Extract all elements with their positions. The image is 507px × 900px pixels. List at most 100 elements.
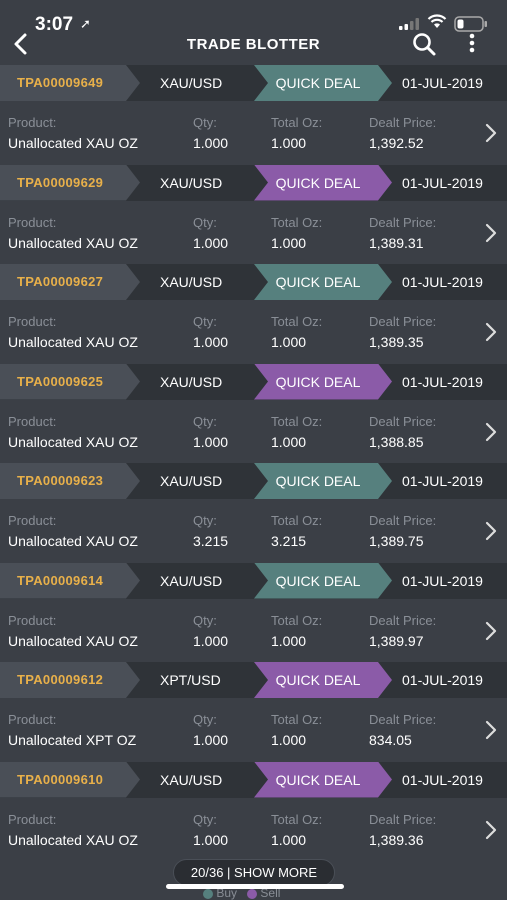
trade-header: TPA00009627 XAU/USD QUICK DEAL 01-JUL-20… — [0, 264, 507, 300]
qty-value: 1.000 — [193, 234, 229, 251]
qty-value: 1.000 — [193, 433, 229, 450]
product-label: Product: — [8, 314, 57, 329]
product-value: Unallocated XAU OZ — [8, 334, 138, 350]
trade-reference: TPA00009610 — [17, 771, 104, 787]
trade-reference: TPA00009627 — [17, 274, 104, 289]
buy-dot-icon — [203, 888, 213, 899]
dealt-price-value: 1,389.75 — [369, 533, 424, 549]
qty-label: Qty: — [193, 214, 217, 230]
trade-date: 01-JUL-2019 — [402, 572, 483, 589]
deal-type: QUICK DEAL — [275, 75, 361, 91]
currency-pair: XAU/USD — [160, 75, 223, 91]
chevron-right-icon[interactable] — [484, 520, 498, 542]
trade-date: 01-JUL-2019 — [402, 672, 483, 688]
deal-type: QUICK DEAL — [275, 572, 361, 589]
currency-pair: XAU/USD — [160, 473, 223, 489]
deal-type: QUICK DEAL — [275, 373, 361, 390]
total-oz-label: Total Oz: — [271, 115, 323, 130]
more-vertical-icon[interactable] — [462, 30, 482, 58]
total-oz-label: Total Oz: — [271, 214, 323, 230]
currency-pair: XAU/USD — [160, 174, 223, 191]
chevron-right-icon[interactable] — [484, 819, 498, 841]
trade-row[interactable]: TPA00009623 XAU/USD QUICK DEAL 01-JUL-20… — [0, 463, 507, 563]
dealt-price-label: Dealt Price: — [369, 612, 437, 628]
product-value: Unallocated XPT OZ — [8, 732, 137, 748]
home-indicator — [166, 884, 344, 889]
currency-pair: XAU/USD — [160, 274, 223, 290]
qty-label: Qty: — [193, 811, 217, 827]
trade-reference: TPA00009649 — [17, 75, 104, 90]
total-oz-value: 1.000 — [271, 135, 307, 151]
product-label: Product: — [8, 612, 57, 628]
trade-row[interactable]: TPA00009627 XAU/USD QUICK DEAL 01-JUL-20… — [0, 264, 507, 364]
deal-type: QUICK DEAL — [275, 174, 361, 191]
dealt-price-label: Dealt Price: — [369, 513, 437, 528]
deal-type: QUICK DEAL — [275, 274, 361, 290]
trade-header: TPA00009629 XAU/USD QUICK DEAL 01-JUL-20… — [0, 164, 507, 201]
qty-label: Qty: — [193, 115, 217, 130]
total-oz-label: Total Oz: — [271, 314, 323, 329]
chevron-right-icon[interactable] — [484, 620, 498, 642]
dealt-price-label: Dealt Price: — [369, 413, 437, 429]
total-oz-value: 3.215 — [271, 533, 307, 549]
qty-value: 1.000 — [193, 732, 229, 748]
trade-header: TPA00009649 XAU/USD QUICK DEAL 01-JUL-20… — [0, 65, 507, 101]
qty-label: Qty: — [193, 513, 217, 528]
trade-row[interactable]: TPA00009614 XAU/USD QUICK DEAL 01-JUL-20… — [0, 562, 507, 663]
total-oz-label: Total Oz: — [271, 413, 323, 429]
trade-date: 01-JUL-2019 — [402, 174, 483, 191]
trade-details: Product: Unallocated XAU OZ Qty: 1.000 T… — [0, 300, 507, 363]
dealt-price-value: 1,389.36 — [369, 831, 424, 848]
chevron-right-icon[interactable] — [484, 222, 498, 244]
trade-row[interactable]: TPA00009610 XAU/USD QUICK DEAL 01-JUL-20… — [0, 761, 507, 862]
qty-value: 1.000 — [193, 334, 229, 350]
dealt-price-value: 1,389.97 — [369, 632, 424, 649]
trade-row[interactable]: TPA00009629 XAU/USD QUICK DEAL 01-JUL-20… — [0, 164, 507, 265]
qty-label: Qty: — [193, 413, 217, 429]
total-oz-label: Total Oz: — [271, 612, 323, 628]
trade-header: TPA00009612 XPT/USD QUICK DEAL 01-JUL-20… — [0, 662, 507, 698]
search-icon[interactable] — [410, 30, 438, 58]
trade-details: Product: Unallocated XAU OZ Qty: 1.000 T… — [0, 101, 507, 164]
chevron-right-icon[interactable] — [484, 421, 498, 443]
nav-bar: TRADE BLOTTER — [0, 28, 507, 64]
trade-list: TPA00009649 XAU/USD QUICK DEAL 01-JUL-20… — [0, 65, 507, 861]
trade-date: 01-JUL-2019 — [402, 771, 483, 788]
product-value: Unallocated XAU OZ — [8, 533, 138, 549]
trade-row[interactable]: TPA00009649 XAU/USD QUICK DEAL 01-JUL-20… — [0, 65, 507, 165]
trade-row[interactable]: TPA00009612 XPT/USD QUICK DEAL 01-JUL-20… — [0, 662, 507, 762]
qty-label: Qty: — [193, 314, 217, 329]
product-value: Unallocated XAU OZ — [8, 831, 138, 848]
total-oz-value: 1.000 — [271, 632, 307, 649]
chevron-right-icon[interactable] — [484, 321, 498, 343]
trade-row[interactable]: TPA00009625 XAU/USD QUICK DEAL 01-JUL-20… — [0, 363, 507, 464]
total-oz-value: 1.000 — [271, 732, 307, 748]
total-oz-value: 1.000 — [271, 334, 307, 350]
product-value: Unallocated XAU OZ — [8, 433, 138, 450]
qty-value: 1.000 — [193, 831, 229, 848]
trade-reference: TPA00009625 — [17, 373, 104, 389]
total-oz-value: 1.000 — [271, 234, 307, 251]
total-oz-label: Total Oz: — [271, 811, 323, 827]
product-label: Product: — [8, 712, 57, 727]
total-oz-value: 1.000 — [271, 433, 307, 450]
qty-value: 1.000 — [193, 632, 229, 649]
trade-reference: TPA00009612 — [17, 672, 104, 687]
trade-header: TPA00009614 XAU/USD QUICK DEAL 01-JUL-20… — [0, 562, 507, 599]
deal-type: QUICK DEAL — [275, 473, 361, 489]
trade-header: TPA00009625 XAU/USD QUICK DEAL 01-JUL-20… — [0, 363, 507, 400]
trade-details: Product: Unallocated XAU OZ Qty: 1.000 T… — [0, 598, 507, 662]
trade-details: Product: Unallocated XAU OZ Qty: 1.000 T… — [0, 399, 507, 463]
trade-reference: TPA00009629 — [17, 174, 104, 190]
qty-value: 1.000 — [193, 135, 229, 151]
dealt-price-label: Dealt Price: — [369, 314, 437, 329]
currency-pair: XAU/USD — [160, 373, 223, 390]
chevron-right-icon[interactable] — [484, 719, 498, 741]
chevron-right-icon[interactable] — [484, 122, 498, 144]
qty-label: Qty: — [193, 612, 217, 628]
product-label: Product: — [8, 513, 57, 528]
show-more-button[interactable]: 20/36 | SHOW MORE — [173, 859, 335, 886]
product-label: Product: — [8, 214, 57, 230]
trade-details: Product: Unallocated XAU OZ Qty: 1.000 T… — [0, 797, 507, 861]
product-value: Unallocated XAU OZ — [8, 234, 138, 251]
